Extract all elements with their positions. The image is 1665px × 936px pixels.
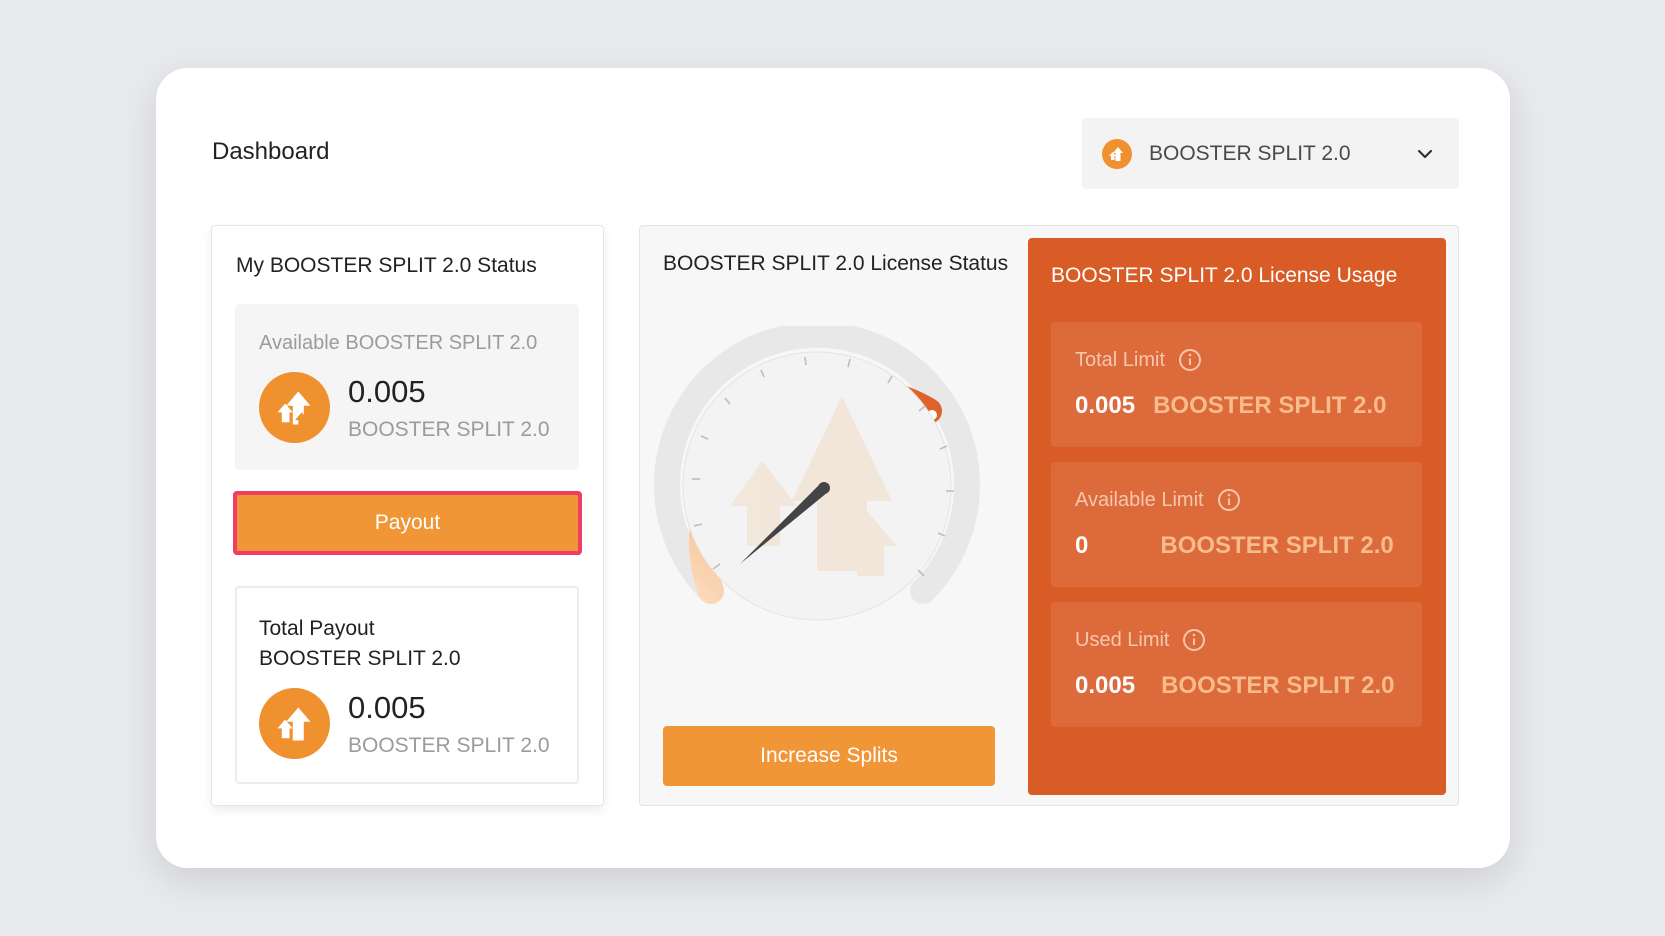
available-box: Available BOOSTER SPLIT 2.0 0.005 BOOSTE… [235, 304, 579, 470]
license-panel: BOOSTER SPLIT 2.0 License Status Increas… [639, 225, 1459, 806]
total-payout-value: 0.005 [348, 689, 426, 725]
used-limit-unit: BOOSTER SPLIT 2.0 [1161, 672, 1395, 699]
available-value: 0.005 [348, 373, 426, 409]
license-status-title: BOOSTER SPLIT 2.0 License Status [663, 252, 1009, 275]
available-limit-value: 0 [1075, 532, 1089, 559]
booster-logo-icon [259, 372, 330, 443]
license-usage-panel: BOOSTER SPLIT 2.0 License Usage Total Li… [1028, 238, 1446, 795]
license-gauge [654, 326, 980, 621]
total-payout-label: Total Payout [259, 617, 375, 640]
total-limit-value: 0.005 [1075, 392, 1136, 419]
available-limit-unit: BOOSTER SPLIT 2.0 [1160, 532, 1394, 559]
token-selector-label: BOOSTER SPLIT 2.0 [1149, 141, 1351, 165]
info-icon[interactable] [1182, 628, 1206, 652]
booster-logo-icon [259, 688, 330, 759]
booster-logo-icon [1102, 138, 1132, 169]
available-unit: BOOSTER SPLIT 2.0 [348, 417, 550, 441]
chevron-down-icon [1411, 140, 1439, 168]
total-limit-unit: BOOSTER SPLIT 2.0 [1153, 392, 1387, 419]
used-limit-box: Used Limit 0.005 BOOSTER SPLIT 2.0 [1051, 602, 1422, 727]
available-limit-label: Available Limit [1075, 488, 1204, 511]
info-icon[interactable] [1217, 488, 1241, 512]
token-selector[interactable]: BOOSTER SPLIT 2.0 [1082, 118, 1459, 189]
info-icon[interactable] [1178, 348, 1202, 372]
license-usage-title: BOOSTER SPLIT 2.0 License Usage [1051, 264, 1398, 287]
total-payout-box: Total Payout BOOSTER SPLIT 2.0 0.005 BOO… [235, 586, 579, 784]
status-title: My BOOSTER SPLIT 2.0 Status [236, 254, 537, 277]
status-panel: My BOOSTER SPLIT 2.0 Status Available BO… [211, 225, 604, 806]
available-limit-box: Available Limit 0 BOOSTER SPLIT 2.0 [1051, 462, 1422, 587]
used-limit-value: 0.005 [1075, 672, 1136, 699]
available-label: Available BOOSTER SPLIT 2.0 [259, 332, 538, 354]
page-title: Dashboard [212, 138, 330, 165]
total-limit-label: Total Limit [1075, 348, 1166, 371]
used-limit-label: Used Limit [1075, 628, 1170, 651]
total-payout-token: BOOSTER SPLIT 2.0 [259, 647, 461, 670]
increase-splits-button[interactable]: Increase Splits [663, 726, 995, 786]
total-payout-unit: BOOSTER SPLIT 2.0 [348, 733, 550, 757]
total-limit-box: Total Limit 0.005 BOOSTER SPLIT 2.0 [1051, 322, 1422, 447]
payout-button[interactable]: Payout [233, 491, 582, 555]
dashboard-card: Dashboard BOOSTER SPLIT 2.0 My BOOSTER S… [156, 68, 1510, 868]
